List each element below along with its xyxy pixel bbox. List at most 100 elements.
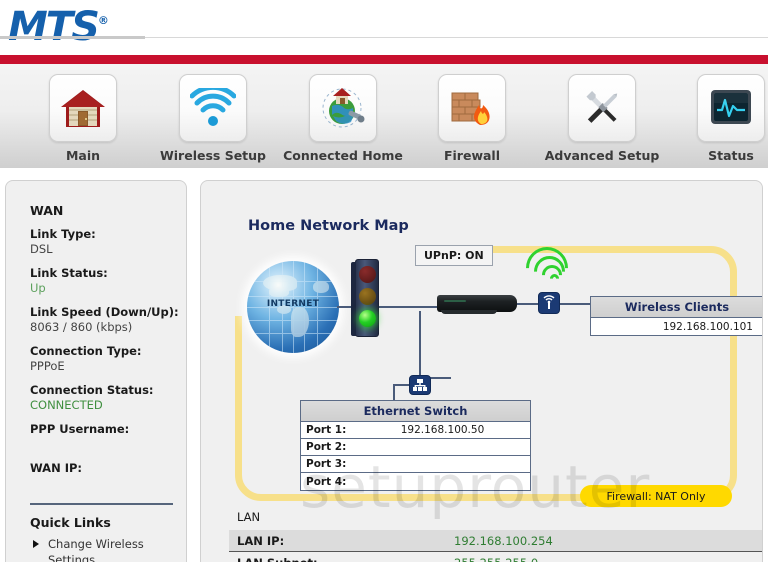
nav-tile-connected-home[interactable] (309, 74, 377, 142)
nav-item-main[interactable]: Main (20, 74, 146, 163)
lan-value: 255.255.255.0 (454, 556, 538, 562)
nav-item-connected-home[interactable]: Connected Home (280, 74, 406, 163)
wan-field-link-speed: Link Speed (Down/Up): 8063 / 860 (kbps) (30, 305, 180, 335)
mts-logo: MTS® (8, 0, 109, 48)
network-map-canvas: INTERNET UPnP: ON Ethernet Switch Port 1… (215, 191, 762, 562)
nav-tile-firewall[interactable] (438, 74, 506, 142)
nav-item-status[interactable]: Status (668, 74, 768, 163)
status-badge: CONNECTED (30, 398, 103, 412)
wire-light-to-router (379, 306, 439, 308)
wan-field-label: Link Type: (30, 227, 96, 241)
table-header: Ethernet Switch (301, 401, 530, 422)
nav-tile-wireless-setup[interactable] (179, 74, 247, 142)
wan-field-label: PPP Username: (30, 422, 130, 436)
wan-field-value: DSL (30, 242, 53, 256)
firewall-flame-icon (451, 92, 490, 125)
house-icon (61, 90, 105, 127)
wan-field-value: PPPoE (30, 359, 65, 373)
lan-label: LAN IP: (237, 533, 285, 548)
header-divider-right (145, 37, 768, 38)
table-header: Wireless Clients (591, 297, 762, 318)
wan-field-link-type: Link Type: DSL (30, 227, 180, 257)
wan-field-connection-type: Connection Type: PPPoE (30, 344, 180, 374)
port-label: Port 4: (306, 475, 347, 488)
wan-field-label: WAN IP: (30, 461, 83, 475)
monitor-pulse-icon (711, 90, 751, 124)
home-network-map-panel: Home Network Map INTERNET UPnP: ON Ether… (200, 180, 763, 562)
port-label: Port 1: (306, 424, 347, 436)
port-label: Port 3: (306, 458, 347, 470)
lan-value: 192.168.100.254 (454, 533, 553, 548)
nav-tile-advanced-setup[interactable] (568, 74, 636, 142)
lan-section: LAN LAN IP: 192.168.100.254 LAN Subnet: … (229, 510, 762, 562)
internet-globe-icon: INTERNET (247, 261, 339, 353)
registered-mark: ® (97, 14, 109, 27)
traffic-light-icon (351, 259, 379, 337)
table-row: Port 4: (301, 473, 530, 490)
wan-field-link-status: Link Status: Up (30, 266, 180, 296)
ethernet-switch-table: Ethernet Switch Port 1: 192.168.100.50 P… (300, 400, 531, 491)
traffic-light-green (359, 310, 376, 327)
nav-label-advanced-setup: Advanced Setup (544, 148, 660, 163)
wan-status-panel: WAN Link Type: DSL Link Status: Up Link … (5, 180, 187, 562)
wan-field-label: Connection Status: (30, 383, 154, 397)
client-ip: 192.168.100.101 (662, 320, 753, 333)
lan-section-title: LAN (237, 510, 261, 524)
header-divider-left (0, 36, 145, 39)
nav-label-wireless-setup: Wireless Setup (159, 148, 266, 163)
port-label: Port 2: (306, 441, 347, 453)
brand-red-bar (0, 55, 768, 64)
wan-field-ppp-username: PPP Username: (30, 422, 180, 452)
lan-label: LAN Subnet: (229, 556, 454, 562)
wire-router-down (419, 311, 421, 377)
quick-link-label: Change Wireless Settings (48, 537, 144, 562)
wan-field-label: Link Status: (30, 266, 108, 280)
traffic-light-red (359, 266, 376, 283)
wan-field-connection-status: Connection Status: CONNECTED (30, 383, 180, 413)
table-row: Port 2: (301, 439, 530, 456)
switch-node-icon (409, 375, 431, 395)
wan-section-title: WAN (30, 203, 64, 218)
wifi-icon (190, 88, 236, 126)
logo-text: MTS (8, 4, 100, 50)
table-row: Port 1: 192.168.100.50 (301, 422, 530, 439)
header-divider (0, 36, 768, 40)
router-device-icon (437, 295, 517, 314)
wan-field-value: 8063 / 860 (kbps) (30, 320, 133, 334)
nav-tile-status[interactable] (697, 74, 765, 142)
firewall-badge: Firewall: NAT Only (580, 485, 732, 507)
nav-item-wireless-setup[interactable]: Wireless Setup (150, 74, 276, 163)
nav-tile-main[interactable] (49, 74, 117, 142)
access-point-icon (538, 292, 560, 314)
router-base (441, 310, 497, 314)
internet-label: INTERNET (266, 299, 320, 309)
wan-field-label: Connection Type: (30, 344, 142, 358)
wireless-signal-icon (510, 238, 577, 298)
nav-item-firewall[interactable]: Firewall (409, 74, 535, 163)
main-navigation: Main Wireless Setup Connected Home Firew… (0, 64, 768, 168)
wireless-clients-table: Wireless Clients 192.168.100.101 (590, 296, 762, 336)
nav-label-connected-home: Connected Home (283, 148, 403, 163)
quick-links-title: Quick Links (30, 515, 111, 530)
wan-field-label: Link Speed (Down/Up): (30, 305, 179, 319)
wan-field-value: Up (30, 281, 46, 295)
sidebar-divider (30, 503, 173, 505)
nav-label-firewall: Firewall (443, 148, 501, 163)
router-led (444, 300, 466, 302)
page-header: MTS® (0, 0, 768, 50)
router-admin-page: MTS® Main Wireless Setup Connected Home … (0, 0, 768, 562)
table-row: 192.168.100.101 (591, 318, 762, 335)
upnp-badge: UPnP: ON (415, 245, 493, 266)
network-switch-icon (413, 379, 427, 391)
globe-house-icon (322, 88, 365, 128)
table-row: Port 3: (301, 456, 530, 473)
tools-icon (586, 91, 618, 123)
lan-row-subnet: LAN Subnet: 255.255.255.0 (229, 552, 762, 562)
port-value: 192.168.100.50 (400, 424, 485, 436)
wan-field-wan-ip: WAN IP: (30, 461, 180, 491)
quick-link-change-wireless-settings[interactable]: Change Wireless Settings (30, 536, 180, 562)
triangle-right-icon (33, 540, 39, 548)
nav-item-advanced-setup[interactable]: Advanced Setup (539, 74, 665, 163)
traffic-light-side (351, 262, 356, 336)
wire-router-to-ap (515, 303, 540, 305)
